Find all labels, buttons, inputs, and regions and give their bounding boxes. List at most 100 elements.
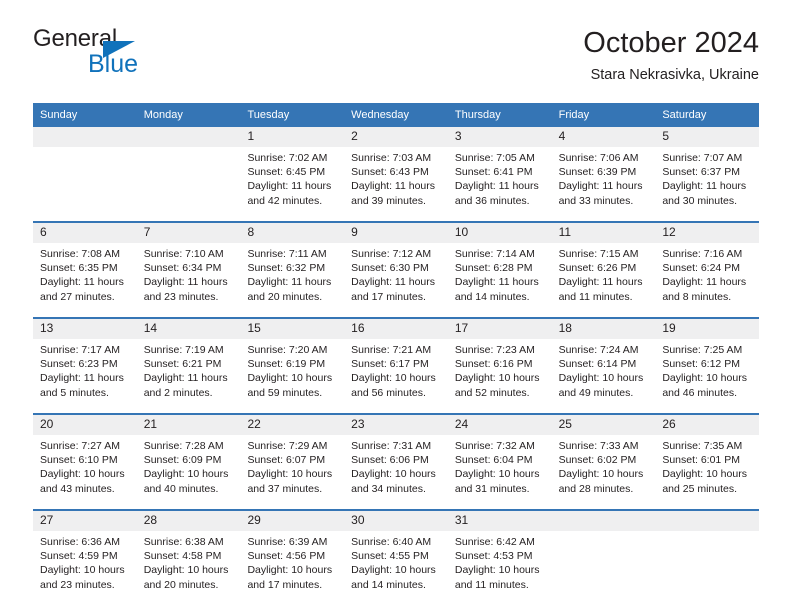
daylight-text-line2: and 31 minutes. (454, 482, 530, 495)
calendar-day-cell[interactable]: 4 Sunrise: 7:06 AM Sunset: 6:39 PM Daylight… (551, 127, 656, 221)
calendar-day-cell[interactable]: 26 Sunrise: 7:35 AM Sunset: 6:01 PM Dayligh… (655, 415, 760, 509)
calendar-day-cell[interactable]: 2 Sunrise: 7:03 AM Sunset: 6:43 PM Daylight… (344, 127, 448, 221)
calendar-day-cell[interactable]: 18 Sunrise: 7:24 AM Sunset: 6:14 PM Dayligh… (551, 319, 656, 413)
daylight-text-line1: Daylight: 10 hours (351, 564, 436, 577)
calendar-week-row: 6 Sunrise: 7:08 AM Sunset: 6:35 PM Daylight… (33, 221, 760, 317)
calendar-day-cell[interactable]: 22 Sunrise: 7:29 AM Sunset: 6:07 PM Dayligh… (240, 415, 345, 509)
daylight-text-line1: Daylight: 11 hours (558, 180, 643, 193)
day-details: Sunrise: 7:27 AM Sunset: 6:10 PM Daylight:… (33, 435, 137, 509)
sunset-text: Sunset: 4:53 PM (454, 550, 533, 563)
calendar-day-cell[interactable]: 24 Sunrise: 7:32 AM Sunset: 6:04 PM Dayligh… (447, 415, 552, 509)
calendar-day-cell[interactable]: 3 Sunrise: 7:05 AM Sunset: 6:41 PM Daylight… (447, 127, 552, 221)
day-details: Sunrise: 6:36 AM Sunset: 4:59 PM Daylight:… (33, 531, 137, 605)
sunset-text: Sunset: 6:34 PM (143, 262, 222, 275)
brand-logo[interactable]: General Blue (33, 26, 233, 84)
sunrise-text: Sunrise: 7:19 AM (143, 344, 224, 356)
sunrise-text: Sunrise: 7:33 AM (558, 440, 639, 452)
day-details: Sunrise: 7:10 AM Sunset: 6:34 PM Daylight:… (137, 243, 241, 317)
daylight-text-line2: and 25 minutes. (662, 482, 738, 495)
weekday-header-monday: Monday (143, 109, 183, 121)
sunset-text: Sunset: 6:41 PM (454, 166, 533, 179)
weekday-header-friday: Friday (558, 109, 590, 121)
sunset-text: Sunset: 6:09 PM (143, 454, 222, 467)
sunrise-text: Sunrise: 7:03 AM (351, 152, 432, 164)
day-details: Sunrise: 7:16 AM Sunset: 6:24 PM Daylight:… (655, 243, 759, 317)
sunset-text: Sunset: 6:37 PM (662, 166, 740, 179)
sunset-text: Sunset: 4:59 PM (40, 550, 118, 563)
weekday-header-sunday: Sunday (40, 109, 78, 121)
day-number: 16 (344, 319, 448, 339)
calendar-day-cell[interactable]: 23 Sunrise: 7:31 AM Sunset: 6:06 PM Dayligh… (344, 415, 448, 509)
sunrise-text: Sunrise: 7:20 AM (247, 344, 328, 356)
calendar-day-cell[interactable]: 25 Sunrise: 7:33 AM Sunset: 6:02 PM Dayligh… (551, 415, 656, 509)
sunrise-text: Sunrise: 6:39 AM (247, 536, 328, 548)
day-number: 24 (447, 415, 552, 435)
calendar-day-cell[interactable]: 12 Sunrise: 7:16 AM Sunset: 6:24 PM Dayligh… (655, 223, 760, 317)
calendar-day-cell[interactable]: 8 Sunrise: 7:11 AM Sunset: 6:32 PM Daylight… (240, 223, 345, 317)
day-details: Sunrise: 6:40 AM Sunset: 4:55 PM Daylight:… (344, 531, 448, 605)
calendar-day-cell[interactable]: 1 Sunrise: 7:02 AM Sunset: 6:45 PM Daylight… (240, 127, 345, 221)
calendar-week-row: 13 Sunrise: 7:17 AM Sunset: 6:23 PM Dayligh… (33, 317, 760, 413)
sunrise-text: Sunrise: 6:38 AM (143, 536, 224, 548)
calendar-day-cell[interactable]: 30 Sunrise: 6:40 AM Sunset: 4:55 PM Dayligh… (344, 511, 448, 605)
day-details: Sunrise: 6:42 AM Sunset: 4:53 PM Daylight:… (448, 531, 552, 605)
calendar-day-cell[interactable]: 17 Sunrise: 7:23 AM Sunset: 6:16 PM Dayligh… (447, 319, 552, 413)
sunset-text: Sunset: 6:35 PM (40, 262, 118, 275)
weekday-header-saturday: Saturday (662, 109, 707, 121)
sunrise-text: Sunrise: 7:31 AM (351, 440, 432, 452)
day-number: 26 (655, 415, 760, 435)
day-details (137, 147, 241, 221)
calendar-day-cell[interactable]: 31 Sunrise: 6:42 AM Sunset: 4:53 PM Dayligh… (447, 511, 552, 605)
calendar-day-cell-empty (33, 127, 137, 221)
calendar-day-cell[interactable]: 14 Sunrise: 7:19 AM Sunset: 6:21 PM Dayligh… (136, 319, 241, 413)
calendar-day-cell[interactable]: 21 Sunrise: 7:28 AM Sunset: 6:09 PM Dayligh… (136, 415, 241, 509)
sunset-text: Sunset: 6:28 PM (454, 262, 533, 275)
page-header: General Blue October 2024 Stara Nekrasiv… (33, 26, 759, 96)
daylight-text-line2: and 27 minutes. (40, 290, 115, 303)
calendar-day-cell[interactable]: 5 Sunrise: 7:07 AM Sunset: 6:37 PM Daylight… (655, 127, 760, 221)
calendar-day-cell[interactable]: 10 Sunrise: 7:14 AM Sunset: 6:28 PM Dayligh… (447, 223, 552, 317)
calendar-day-cell[interactable]: 13 Sunrise: 7:17 AM Sunset: 6:23 PM Dayligh… (33, 319, 137, 413)
sunset-text: Sunset: 6:02 PM (558, 454, 637, 467)
day-number (33, 127, 137, 147)
sunset-text: Sunset: 6:12 PM (662, 358, 740, 371)
day-number: 30 (344, 511, 448, 531)
calendar-day-cell[interactable]: 6 Sunrise: 7:08 AM Sunset: 6:35 PM Daylight… (33, 223, 137, 317)
day-details: Sunrise: 7:03 AM Sunset: 6:43 PM Daylight:… (344, 147, 448, 221)
calendar-day-cell[interactable]: 27 Sunrise: 6:36 AM Sunset: 4:59 PM Dayligh… (33, 511, 137, 605)
calendar-week-row: 27 Sunrise: 6:36 AM Sunset: 4:59 PM Dayligh… (33, 509, 760, 605)
sunrise-text: Sunrise: 6:36 AM (40, 536, 120, 548)
calendar-day-cell[interactable]: 19 Sunrise: 7:25 AM Sunset: 6:12 PM Dayligh… (655, 319, 760, 413)
daylight-text-line1: Daylight: 10 hours (454, 372, 540, 385)
sunset-text: Sunset: 6:17 PM (351, 358, 429, 371)
calendar-day-cell[interactable]: 7 Sunrise: 7:10 AM Sunset: 6:34 PM Daylight… (136, 223, 241, 317)
daylight-text-line2: and 14 minutes. (351, 578, 426, 591)
daylight-text-line2: and 34 minutes. (351, 482, 426, 495)
sunset-text: Sunset: 6:10 PM (40, 454, 118, 467)
daylight-text-line2: and 2 minutes. (143, 386, 213, 399)
calendar-day-cell[interactable]: 15 Sunrise: 7:20 AM Sunset: 6:19 PM Dayligh… (240, 319, 345, 413)
sunset-text: Sunset: 4:55 PM (351, 550, 429, 563)
day-details: Sunrise: 7:07 AM Sunset: 6:37 PM Daylight:… (655, 147, 759, 221)
sunrise-text: Sunrise: 7:05 AM (454, 152, 535, 164)
calendar-day-cell[interactable]: 16 Sunrise: 7:21 AM Sunset: 6:17 PM Dayligh… (344, 319, 448, 413)
daylight-text-line1: Daylight: 10 hours (558, 468, 644, 481)
day-details: Sunrise: 7:11 AM Sunset: 6:32 PM Daylight:… (240, 243, 344, 317)
sunset-text: Sunset: 6:07 PM (247, 454, 326, 467)
calendar-day-cell[interactable]: 9 Sunrise: 7:12 AM Sunset: 6:30 PM Daylight… (344, 223, 448, 317)
day-number: 6 (33, 223, 137, 243)
day-details: Sunrise: 7:35 AM Sunset: 6:01 PM Daylight:… (655, 435, 759, 509)
day-details (655, 531, 759, 605)
day-details: Sunrise: 7:20 AM Sunset: 6:19 PM Daylight:… (240, 339, 344, 413)
calendar-day-cell[interactable]: 11 Sunrise: 7:15 AM Sunset: 6:26 PM Dayligh… (551, 223, 656, 317)
calendar-day-cell[interactable]: 20 Sunrise: 7:27 AM Sunset: 6:10 PM Dayligh… (33, 415, 137, 509)
weekday-header-row: Sunday Monday Tuesday Wednesday Thursday Frid… (33, 103, 759, 127)
day-number: 14 (136, 319, 241, 339)
sunrise-text: Sunrise: 7:24 AM (558, 344, 639, 356)
calendar-day-cell[interactable]: 29 Sunrise: 6:39 AM Sunset: 4:56 PM Dayligh… (240, 511, 345, 605)
sunrise-text: Sunrise: 7:16 AM (662, 248, 743, 260)
day-number (551, 511, 656, 531)
sunset-text: Sunset: 6:19 PM (247, 358, 326, 371)
daylight-text-line2: and 17 minutes. (247, 578, 323, 591)
calendar-day-cell[interactable]: 28 Sunrise: 6:38 AM Sunset: 4:58 PM Dayligh… (136, 511, 241, 605)
